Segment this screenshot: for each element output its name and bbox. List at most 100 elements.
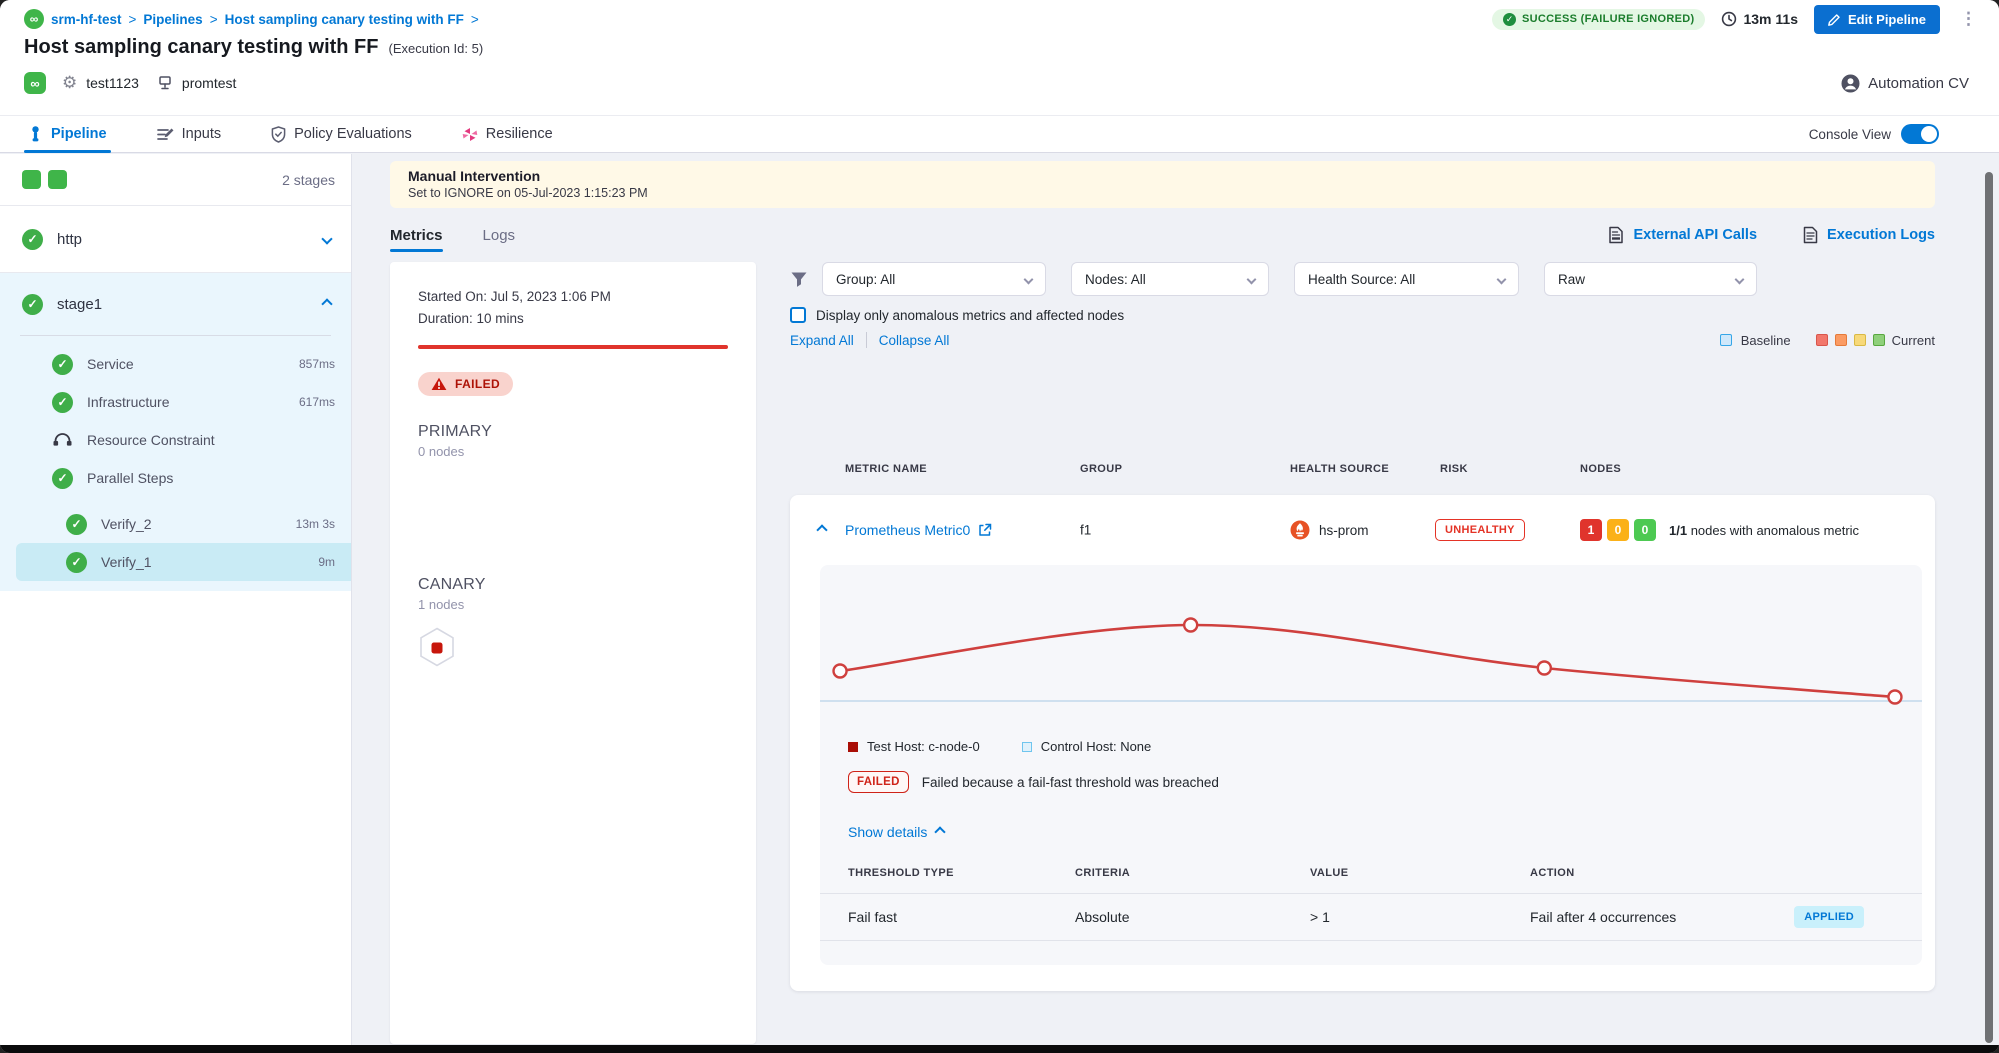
inputs-icon <box>157 127 174 142</box>
stage1-section: ✓ stage1 ✓ Service 857ms ✓ Infrastructur… <box>0 273 351 591</box>
step-item-parallel-steps[interactable]: ✓ Parallel Steps <box>0 459 351 497</box>
service-module-icon: ∞ <box>24 72 46 94</box>
page-title: Host sampling canary testing with FF <box>24 36 379 59</box>
anomalous-checkbox[interactable] <box>790 307 806 323</box>
breadcrumb-pipeline-name[interactable]: Host sampling canary testing with FF <box>225 12 464 27</box>
filter-funnel-icon[interactable] <box>790 271 808 288</box>
document-icon <box>1803 226 1818 244</box>
duration: Duration: 10 mins <box>418 309 728 328</box>
page-header: ∞ srm-hf-test > Pipelines > Host samplin… <box>0 0 1999 115</box>
breadcrumb-project[interactable]: srm-hf-test <box>51 12 122 27</box>
test-host-swatch <box>848 742 858 752</box>
execution-id: (Execution Id: 5) <box>389 41 484 56</box>
show-details-link[interactable]: Show details <box>848 824 1922 840</box>
anomalous-filter-row: Display only anomalous metrics and affec… <box>790 307 1935 323</box>
console-view-toggle[interactable] <box>1901 124 1939 144</box>
external-link-icon[interactable] <box>978 523 992 537</box>
external-api-calls-link[interactable]: External API Calls <box>1608 226 1757 244</box>
chevron-up-icon <box>935 826 946 837</box>
edit-pipeline-button[interactable]: Edit Pipeline <box>1814 5 1940 34</box>
current-legend-swatch-orange <box>1835 334 1847 346</box>
environment-name: promtest <box>182 75 236 91</box>
manual-intervention-banner: Manual Intervention Set to IGNORE on 05-… <box>390 161 1935 208</box>
node-count-amber: 0 <box>1607 519 1629 541</box>
step-item-verify-2[interactable]: ✓ Verify_2 13m 3s <box>0 505 351 543</box>
canary-chart[interactable] <box>820 575 1922 735</box>
threshold-table-header: THRESHOLD TYPE CRITERIA VALUE ACTION <box>820 867 1922 881</box>
step-item-resource-constraint[interactable]: Resource Constraint <box>0 421 351 459</box>
tab-policy-evaluations[interactable]: Policy Evaluations <box>267 116 416 152</box>
breadcrumb-separator: > <box>471 12 479 27</box>
service-name: test1123 <box>86 75 139 91</box>
expand-collapse-row: Expand All Collapse All Baseline Current <box>790 332 1935 348</box>
stage-item-stage1[interactable]: ✓ stage1 <box>0 273 351 335</box>
stage-status-square <box>48 170 67 189</box>
metric-table-header: METRIC NAME GROUP HEALTH SOURCE RISK NOD… <box>790 463 1935 479</box>
chart-data-point[interactable] <box>1888 691 1901 704</box>
chart-markers <box>834 619 1902 704</box>
group-filter-dropdown[interactable]: Group: All <box>822 262 1046 296</box>
verification-tabs: Metrics Logs External API Calls Executio… <box>390 216 1935 254</box>
canary-node-count: 1 nodes <box>418 597 728 612</box>
user-avatar-icon <box>1841 74 1860 93</box>
api-document-icon <box>1608 226 1624 244</box>
harness-module-icon: ∞ <box>24 9 44 29</box>
data-mode-dropdown[interactable]: Raw <box>1544 262 1757 296</box>
chart-legend: Test Host: c-node-0 Control Host: None <box>848 739 1922 754</box>
stages-sidebar: 2 stages ✓ http ✓ stage1 ✓ Service 857ms… <box>0 154 352 1045</box>
chart-data-point[interactable] <box>834 665 847 678</box>
main-content: Manual Intervention Set to IGNORE on 05-… <box>353 154 1999 1045</box>
step-item-verify-1[interactable]: ✓ Verify_1 9m <box>16 543 351 581</box>
tab-pipeline[interactable]: Pipeline <box>24 116 111 152</box>
chart-data-point[interactable] <box>1538 662 1551 675</box>
breadcrumb-pipelines[interactable]: Pipelines <box>143 12 202 27</box>
chevron-down-icon[interactable] <box>321 233 332 244</box>
current-legend-swatch-red <box>1816 334 1828 346</box>
current-legend-swatch-green <box>1873 334 1885 346</box>
metric-card: Prometheus Metric0 f1 hs-prom UNHEALTHY … <box>790 495 1935 991</box>
step-item-infrastructure[interactable]: ✓ Infrastructure 617ms <box>0 383 351 421</box>
tab-resilience[interactable]: Resilience <box>458 116 557 152</box>
chevron-up-icon[interactable] <box>321 298 332 309</box>
execution-logs-link[interactable]: Execution Logs <box>1803 226 1935 244</box>
more-options-menu[interactable]: ⋮ <box>1956 9 1981 29</box>
chart-data-point[interactable] <box>1184 619 1197 632</box>
anomalous-node-count-red: 1 <box>1580 519 1602 541</box>
tab-inputs[interactable]: Inputs <box>153 116 226 152</box>
main-tabbar: Pipeline Inputs Policy Evaluations Resil… <box>0 115 1999 153</box>
expand-all-link[interactable]: Expand All <box>790 333 854 348</box>
chevron-down-icon <box>1497 274 1507 284</box>
breadcrumb-separator: > <box>210 12 218 27</box>
metrics-analysis-column: Group: All Nodes: All Health Source: All… <box>790 262 1935 991</box>
stage-summary: 2 stages <box>0 154 351 206</box>
canary-node-hexagon[interactable] <box>418 627 456 669</box>
primary-group-label: PRIMARY <box>418 423 728 441</box>
status-badge: ✓ SUCCESS (FAILURE IGNORED) <box>1492 9 1706 30</box>
vertical-scrollbar[interactable] <box>1985 172 1993 1043</box>
collapse-all-link[interactable]: Collapse All <box>879 333 950 348</box>
nodes-filter-dropdown[interactable]: Nodes: All <box>1071 262 1269 296</box>
run-summary-card: Started On: Jul 5, 2023 1:06 PM Duration… <box>390 262 756 1044</box>
check-circle-icon: ✓ <box>1503 13 1516 26</box>
stage-status-square <box>22 170 41 189</box>
user-name: Automation CV <box>1868 75 1969 92</box>
collapse-metric-chevron[interactable] <box>818 526 826 534</box>
prometheus-icon <box>1290 520 1310 540</box>
success-check-icon: ✓ <box>22 229 43 250</box>
metric-name-link[interactable]: Prometheus Metric0 <box>845 522 970 538</box>
node-count-green: 0 <box>1634 519 1656 541</box>
anomalous-nodes-note: 1/1 nodes with anomalous metric <box>1669 523 1859 538</box>
environment-icon <box>157 75 173 91</box>
stage-item-http[interactable]: ✓ http <box>0 206 351 273</box>
chevron-down-icon <box>1735 274 1745 284</box>
pipeline-icon <box>28 126 43 142</box>
success-check-icon: ✓ <box>52 468 73 489</box>
tab-metrics[interactable]: Metrics <box>390 216 443 254</box>
window-bottom-edge <box>0 1045 1999 1053</box>
tab-logs[interactable]: Logs <box>483 216 516 254</box>
pencil-icon <box>1828 13 1841 26</box>
chevron-down-icon <box>1024 274 1034 284</box>
step-item-service[interactable]: ✓ Service 857ms <box>0 345 351 383</box>
resource-constraint-icon <box>52 432 73 448</box>
health-source-filter-dropdown[interactable]: Health Source: All <box>1294 262 1519 296</box>
